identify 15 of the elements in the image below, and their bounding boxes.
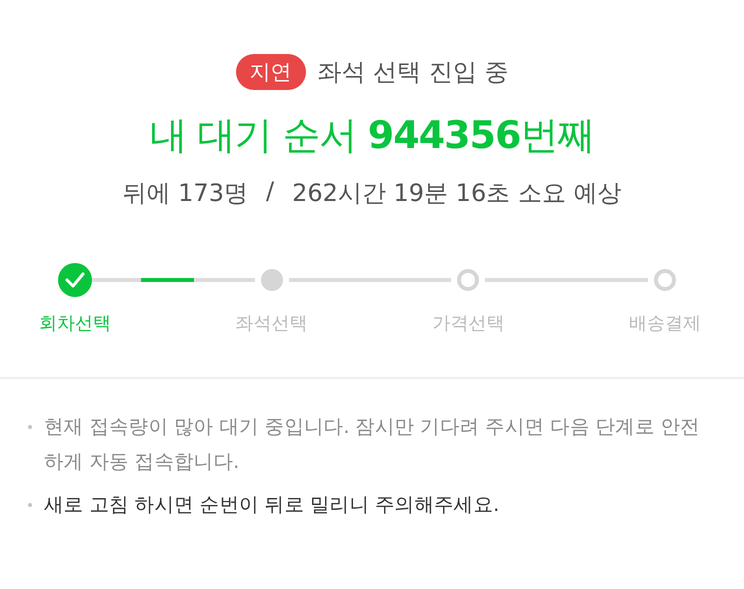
time-estimate: 262시간 19분 16초 소요 예상 <box>292 178 622 209</box>
status-text: 좌석 선택 진입 중 <box>318 57 508 88</box>
separator: / <box>266 177 274 207</box>
delay-badge: 지연 <box>236 54 306 90</box>
queue-headline: 내 대기 순서 944356번째 <box>150 112 594 159</box>
notice-text: 새로 고침 하시면 순번이 뒤로 밀리니 주의해주세요. <box>44 492 499 518</box>
step-label: 좌석선택 <box>236 312 308 335</box>
people-behind: 뒤에 173명 <box>122 178 248 209</box>
notice-text: 현재 접속량이 많아 대기 중입니다. 잠시만 기다려 주시면 다음 단계로 안전하게 자동 접속합니다. <box>44 414 701 475</box>
progress-fill <box>140 278 194 282</box>
step-label: 가격선택 <box>432 312 504 335</box>
step-label: 배송결제 <box>629 312 702 335</box>
bullet-icon <box>28 503 32 507</box>
step-label: 회차선택 <box>39 312 111 335</box>
bullet-icon <box>28 425 32 429</box>
